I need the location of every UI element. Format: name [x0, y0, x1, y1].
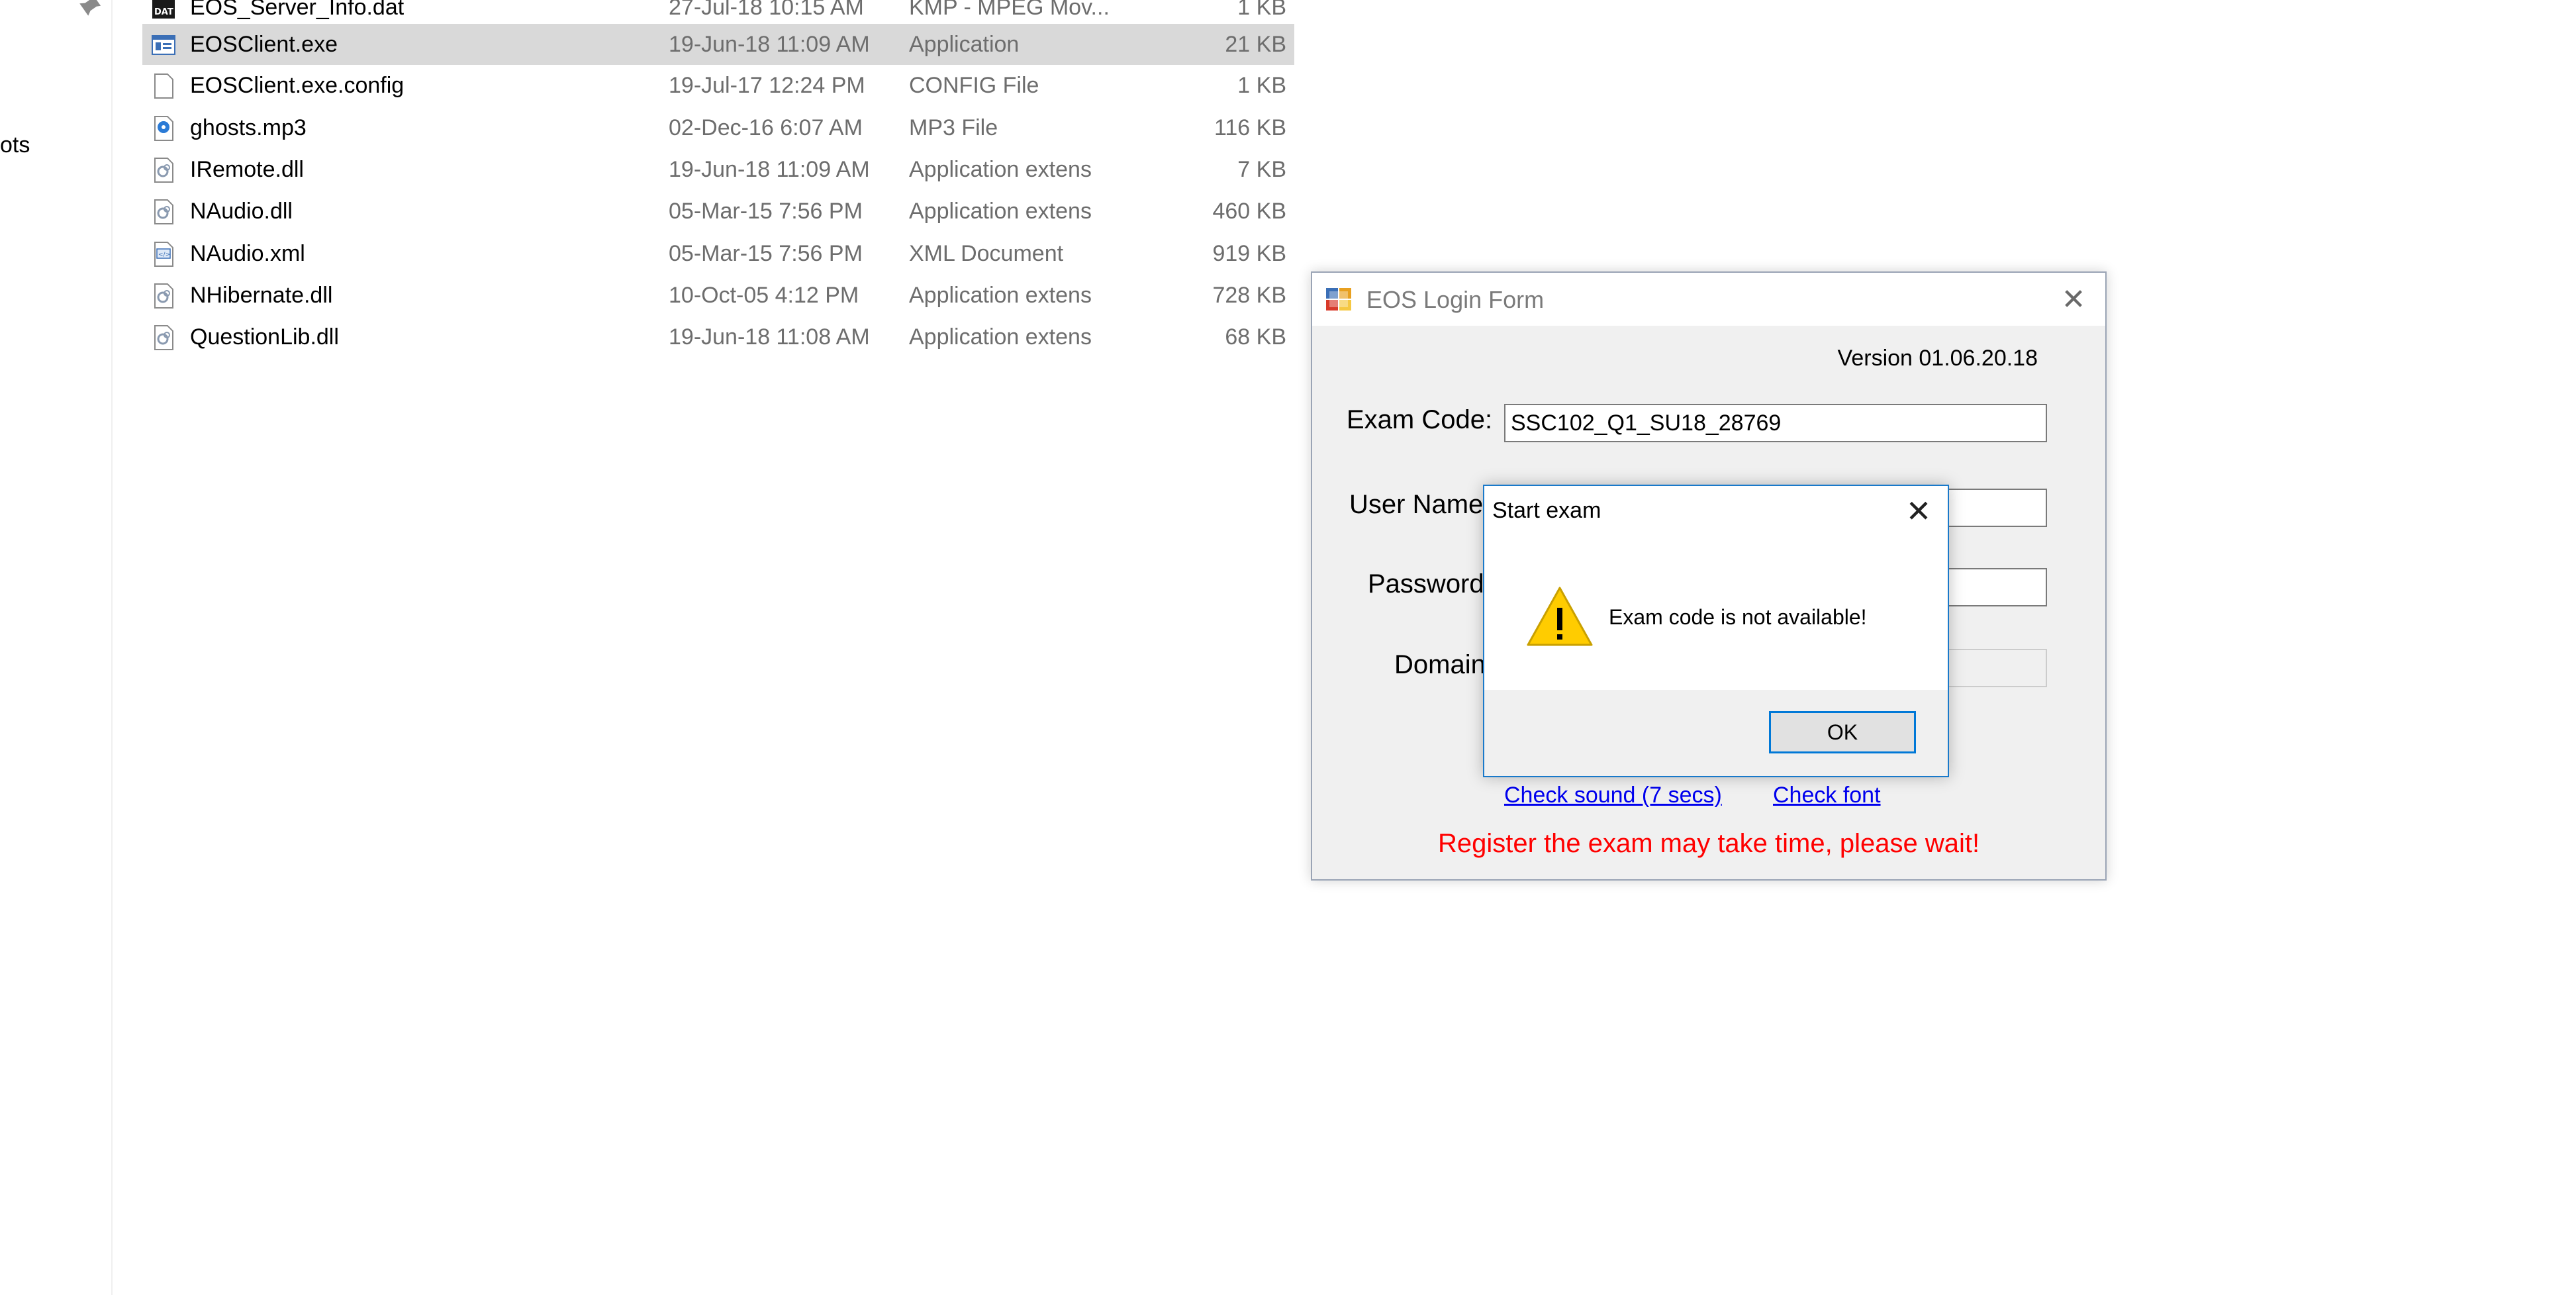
wait-warning-text: Register the exam may take time, please …	[1437, 829, 1980, 858]
file-name: NAudio.xml	[190, 241, 305, 266]
file-type: MP3 File	[909, 115, 998, 140]
password-label: Password:	[1368, 569, 1492, 599]
file-type: KMP - MPEG Mov...	[909, 0, 1110, 20]
blank-file-icon	[154, 73, 173, 99]
file-type: Application extens	[909, 324, 1092, 350]
svg-text:</>: </>	[158, 252, 170, 258]
file-name: NAudio.dll	[190, 199, 293, 224]
navigation-pane: ots	[0, 0, 113, 1295]
file-date: 19-Jun-18 11:09 AM	[669, 157, 870, 182]
check-font-link[interactable]: Check font	[1773, 783, 1881, 808]
file-name: EOSClient.exe.config	[190, 73, 405, 98]
file-size: 21 KB	[1225, 32, 1286, 57]
warning-icon	[1527, 587, 1593, 646]
file-type: Application extens	[909, 157, 1092, 182]
file-row-selected[interactable]: EOSClient.exe 19-Jun-18 11:09 AM Applica…	[142, 24, 1294, 65]
check-sound-link[interactable]: Check sound (7 secs)	[1504, 783, 1722, 808]
ok-button[interactable]: OK	[1769, 711, 1916, 753]
start-exam-dialog: Start exam ✕ Exam code is not available!…	[1483, 485, 1949, 777]
file-row[interactable]: </> NAudio.xml 05-Mar-15 7:56 PM XML Doc…	[142, 233, 1294, 274]
file-row[interactable]: EOSClient.exe.config 19-Jul-17 12:24 PM …	[142, 65, 1294, 106]
file-date: 19-Jun-18 11:09 AM	[669, 32, 870, 57]
dll-file-icon	[154, 199, 173, 224]
file-name: IRemote.dll	[190, 157, 304, 182]
domain-label: Domain:	[1394, 650, 1493, 679]
dialog-title: Start exam	[1492, 498, 1601, 523]
dll-file-icon	[154, 283, 173, 309]
audio-file-icon	[154, 116, 173, 141]
file-size: 1 KB	[1237, 0, 1286, 20]
file-name: QuestionLib.dll	[190, 324, 339, 350]
file-name: ghosts.mp3	[190, 115, 307, 140]
file-size: 68 KB	[1225, 324, 1286, 350]
dialog-footer: OK	[1484, 690, 1948, 776]
file-size: 7 KB	[1237, 157, 1286, 182]
file-date: 05-Mar-15 7:56 PM	[669, 199, 863, 224]
svg-text:DAT: DAT	[154, 7, 173, 17]
file-type: Application extens	[909, 199, 1092, 224]
file-size: 919 KB	[1212, 241, 1286, 266]
file-row[interactable]: NAudio.dll 05-Mar-15 7:56 PM Application…	[142, 191, 1294, 232]
file-row[interactable]: QuestionLib.dll 19-Jun-18 11:08 AM Appli…	[142, 316, 1294, 358]
xml-file-icon: </>	[154, 242, 173, 267]
file-name: EOS_Server_Info.dat	[190, 0, 405, 20]
file-date: 05-Mar-15 7:56 PM	[669, 241, 863, 266]
username-label: User Name:	[1349, 490, 1491, 519]
exam-code-input[interactable]	[1504, 404, 2047, 442]
title-bar[interactable]: EOS Login Form ✕	[1312, 273, 2105, 326]
file-type: Application	[909, 32, 1020, 57]
file-date: 19-Jun-18 11:08 AM	[669, 324, 870, 350]
file-size: 460 KB	[1212, 199, 1286, 224]
file-row[interactable]: ghosts.mp3 02-Dec-16 6:07 AM MP3 File 11…	[142, 107, 1294, 148]
window-title: EOS Login Form	[1366, 286, 1545, 313]
file-type: XML Document	[909, 241, 1064, 266]
file-name: NHibernate.dll	[190, 283, 333, 308]
nav-item-label[interactable]: ots	[0, 132, 30, 158]
file-date: 10-Oct-05 4:12 PM	[669, 283, 859, 308]
dll-file-icon	[154, 325, 173, 350]
file-name: EOSClient.exe	[190, 32, 338, 57]
dat-file-icon: DAT	[152, 0, 175, 19]
exam-code-label: Exam Code:	[1347, 405, 1493, 434]
pin-icon[interactable]	[78, 0, 102, 17]
file-size: 1 KB	[1237, 73, 1286, 98]
file-date: 27-Jul-18 10:15 AM	[669, 0, 864, 20]
dialog-message: Exam code is not available!	[1609, 605, 1867, 629]
file-row[interactable]: IRemote.dll 19-Jun-18 11:09 AM Applicati…	[142, 149, 1294, 190]
file-type: CONFIG File	[909, 73, 1039, 98]
close-icon[interactable]: ✕	[2055, 281, 2092, 318]
file-size: 116 KB	[1214, 115, 1286, 140]
file-size: 728 KB	[1212, 283, 1286, 308]
dll-file-icon	[154, 158, 173, 183]
file-date: 19-Jul-17 12:24 PM	[669, 73, 865, 98]
app-icon	[1326, 288, 1351, 311]
file-row[interactable]: NHibernate.dll 10-Oct-05 4:12 PM Applica…	[142, 275, 1294, 316]
file-date: 02-Dec-16 6:07 AM	[669, 115, 863, 140]
version-label: Version 01.06.20.18	[1837, 346, 2038, 371]
exe-file-icon	[152, 35, 175, 55]
file-type: Application extens	[909, 283, 1092, 308]
close-icon[interactable]: ✕	[1899, 491, 1938, 531]
